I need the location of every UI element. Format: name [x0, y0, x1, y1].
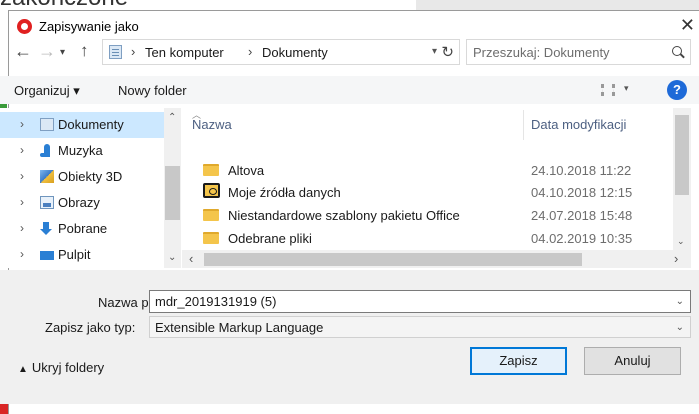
- nav-item-obrazy[interactable]: › Obrazy: [0, 190, 164, 216]
- expand-chevron-icon[interactable]: ›: [20, 117, 24, 131]
- nav-item-dokumenty[interactable]: › Dokumenty: [0, 112, 164, 138]
- data-sources-folder-icon: [203, 183, 220, 198]
- downloads-icon: [40, 222, 54, 235]
- organize-menu-button[interactable]: Organizuj ▾: [14, 83, 80, 99]
- recent-locations-chevron-icon[interactable]: ▾: [60, 43, 65, 63]
- nav-item-label: Pulpit: [58, 247, 91, 262]
- filename-dropdown-chevron-icon[interactable]: ⌄: [676, 296, 684, 307]
- command-toolbar: Organizuj ▾ Nowy folder ▾ ?: [0, 76, 699, 104]
- hide-folders-toggle[interactable]: ▲ Ukryj foldery: [18, 360, 104, 375]
- file-type-dropdown-chevron-icon[interactable]: ⌄: [676, 322, 684, 333]
- breadcrumb-this-pc[interactable]: Ten komputer: [145, 45, 224, 60]
- folder-icon: [203, 164, 219, 176]
- help-icon[interactable]: ?: [667, 80, 687, 100]
- navigation-pane: › Dokumenty › Muzyka › Obiekty 3D › Obra…: [0, 108, 180, 268]
- view-options-icon[interactable]: [601, 84, 615, 96]
- nav-item-pulpit[interactable]: › Pulpit: [0, 242, 164, 268]
- nav-item-label: Muzyka: [58, 143, 103, 158]
- close-button[interactable]: ✕: [680, 15, 695, 35]
- file-date: 04.10.2018 12:15: [531, 185, 633, 200]
- file-name: Altova: [228, 163, 265, 178]
- scroll-up-chevron-icon[interactable]: ⌃: [168, 112, 176, 123]
- folder-icon: [203, 232, 219, 244]
- scroll-left-chevron-icon[interactable]: ‹: [189, 251, 193, 266]
- nav-item-pobrane[interactable]: › Pobrane: [0, 216, 164, 242]
- search-box[interactable]: [466, 39, 691, 65]
- nav-item-muzyka[interactable]: › Muzyka: [0, 138, 164, 164]
- view-options-chevron-icon[interactable]: ▾: [624, 83, 629, 94]
- file-type-value[interactable]: Extensible Markup Language: [155, 320, 323, 335]
- file-date: 24.10.2018 11:22: [531, 163, 632, 178]
- background-strip: [416, 0, 699, 10]
- nav-item-obiekty-3d[interactable]: › Obiekty 3D: [0, 164, 164, 190]
- new-folder-button[interactable]: Nowy folder: [118, 83, 187, 98]
- breadcrumb-documents[interactable]: Dokumenty: [262, 45, 328, 60]
- nav-item-label: Obiekty 3D: [58, 169, 123, 184]
- hide-folders-label: Ukryj foldery: [31, 360, 105, 375]
- file-type-select[interactable]: Extensible Markup Language ⌄: [149, 316, 691, 338]
- file-name: Odebrane pliki: [228, 231, 312, 246]
- column-header-name[interactable]: Nazwa: [192, 117, 232, 132]
- column-header-date[interactable]: Data modyfikacji: [531, 117, 626, 132]
- music-icon: [40, 144, 50, 157]
- dialog-title: Zapisywanie jako: [39, 19, 139, 34]
- expand-chevron-icon[interactable]: ›: [20, 221, 24, 235]
- up-arrow-icon[interactable]: ↑: [80, 41, 89, 61]
- file-date: 24.07.2018 15:48: [531, 208, 633, 223]
- file-list-horizontal-scrollbar-thumb[interactable]: [204, 253, 582, 266]
- file-name: Niestandardowe szablony pakietu Office: [228, 208, 460, 223]
- scroll-down-chevron-icon[interactable]: ⌄: [168, 252, 176, 263]
- filename-input[interactable]: mdr_2019131919 (5) ⌄: [149, 290, 691, 313]
- filename-value[interactable]: mdr_2019131919 (5): [155, 294, 276, 309]
- chevron-up-icon: ▲: [18, 364, 28, 375]
- file-date: 04.02.2019 10:35: [531, 231, 633, 246]
- expand-chevron-icon[interactable]: ›: [20, 169, 24, 183]
- expand-chevron-icon[interactable]: ›: [20, 195, 24, 209]
- file-row[interactable]: Niestandardowe szablony pakietu Office 2…: [182, 205, 673, 227]
- address-bar[interactable]: › Ten komputer › Dokumenty ▾ ↻: [102, 39, 460, 65]
- file-name: Moje źródła danych: [228, 185, 341, 200]
- pictures-icon: [40, 196, 54, 209]
- documents-icon: [109, 45, 122, 59]
- column-divider[interactable]: [523, 110, 524, 140]
- address-dropdown-chevron-icon[interactable]: ▾: [432, 46, 437, 57]
- nav-item-label: Pobrane: [58, 221, 108, 236]
- save-button[interactable]: Zapisz: [470, 347, 567, 375]
- back-arrow-icon[interactable]: ←: [14, 41, 32, 61]
- documents-icon: [40, 118, 54, 131]
- nav-item-label: Dokumenty: [58, 117, 124, 132]
- breadcrumb-separator-icon[interactable]: ›: [248, 44, 252, 59]
- search-icon[interactable]: [672, 46, 682, 56]
- nav-scrollbar-thumb[interactable]: [165, 166, 180, 220]
- expand-chevron-icon[interactable]: ›: [20, 247, 24, 261]
- file-type-label: Zapisz jako typ:: [45, 320, 136, 335]
- forward-arrow-icon[interactable]: →: [38, 41, 56, 61]
- expand-chevron-icon[interactable]: ›: [20, 143, 24, 157]
- opera-logo-icon: [17, 19, 32, 34]
- background-heading-fragment: zakończone: [0, 0, 128, 10]
- desktop-icon: [40, 251, 54, 260]
- nav-item-label: Obrazy: [58, 195, 100, 210]
- folder-icon: [203, 209, 219, 221]
- cancel-button[interactable]: Anuluj: [584, 347, 681, 375]
- file-row[interactable]: Moje źródła danych 04.10.2018 12:15: [182, 182, 673, 204]
- breadcrumb-separator-icon[interactable]: ›: [131, 44, 135, 59]
- file-row[interactable]: Altova 24.10.2018 11:22: [182, 160, 673, 182]
- file-list-vertical-scrollbar-thumb[interactable]: [675, 115, 689, 195]
- scroll-right-chevron-icon[interactable]: ›: [674, 251, 678, 266]
- search-input[interactable]: [473, 44, 653, 60]
- objects-3d-icon: [40, 170, 54, 183]
- file-row[interactable]: Odebrane pliki 04.02.2019 10:35: [182, 228, 673, 250]
- scroll-down-chevron-icon[interactable]: ⌄: [677, 236, 685, 247]
- refresh-icon[interactable]: ↻: [441, 43, 454, 61]
